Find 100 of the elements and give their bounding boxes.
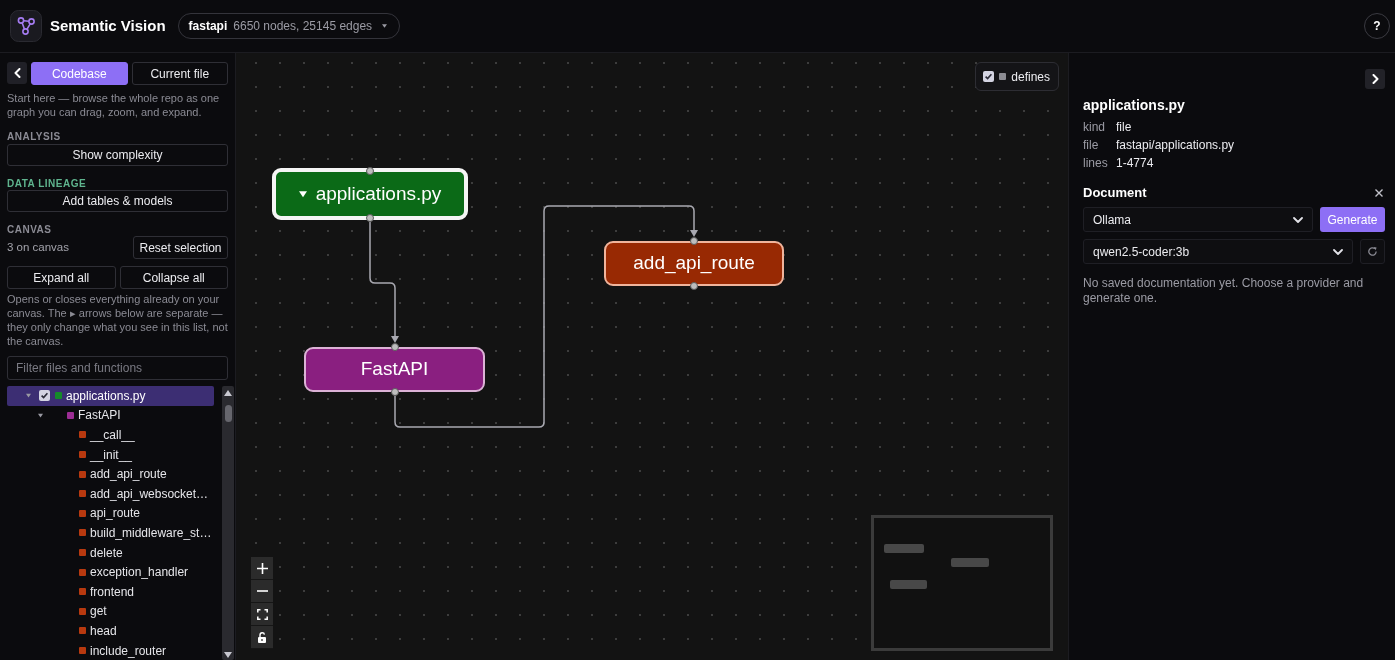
square-icon	[79, 549, 86, 557]
detail-title: applications.py	[1083, 96, 1186, 114]
tree-row[interactable]: add_api_route	[79, 464, 170, 484]
node-handle[interactable]	[366, 214, 374, 222]
square-icon	[79, 647, 86, 654]
tab[interactable]: Codebase	[31, 62, 128, 85]
scrollbar-thumb[interactable]	[224, 405, 232, 422]
square-icon	[79, 529, 86, 537]
caret-down-icon	[382, 24, 388, 28]
tree-row[interactable]: head	[79, 621, 120, 641]
expand-all-button[interactable]: Expand all	[7, 266, 116, 289]
tree-row[interactable]: api_route	[79, 503, 144, 524]
tree-row[interactable]: exception_handler	[79, 562, 192, 582]
property-label: kind	[1083, 119, 1106, 136]
minimap-node	[890, 580, 927, 589]
tab[interactable]: Current file	[131, 62, 228, 85]
square-icon	[79, 607, 86, 615]
square-icon	[79, 568, 86, 576]
node-handle[interactable]	[690, 282, 698, 290]
padlock-icon	[257, 631, 267, 643]
section-heading: ANALYSIS	[7, 131, 62, 142]
tree-row[interactable]: FastAPI	[35, 405, 124, 426]
graph-canvas[interactable]: defines applications.py FastAPI add_api_route	[236, 53, 1068, 660]
caret-down-icon[interactable]	[37, 412, 43, 418]
tree-row[interactable]: include_router	[79, 640, 170, 660]
property-value: 1-4774	[1116, 155, 1154, 172]
square-icon	[67, 411, 74, 419]
node-handle[interactable]	[366, 167, 374, 175]
intro-text: Start here — browse the whole repo as one graph you can drag, zoom, and expand.	[7, 92, 221, 119]
graph-node[interactable]: applications.py	[272, 168, 468, 220]
node-handle[interactable]	[390, 343, 399, 351]
chevron-down-icon	[1333, 248, 1343, 255]
swatch-icon	[999, 73, 1007, 80]
canvas-note: Opens or closes everything already on your canvas. The ▸ arrows below are separate — they only change what you see in this list, not the canvas.	[7, 292, 228, 348]
caret-down-icon[interactable]	[25, 393, 31, 399]
filter-field[interactable]: Filter files and functions	[7, 356, 228, 380]
plus-icon	[256, 562, 268, 574]
tree-row[interactable]: delete	[79, 542, 126, 563]
fit-view-icon	[256, 608, 268, 620]
square-icon	[79, 431, 86, 439]
property-label: lines	[1083, 155, 1109, 172]
square-icon	[55, 392, 62, 400]
legend-label: defines	[1011, 68, 1050, 86]
model-select[interactable]: qwen2.5-coder:3b	[1083, 239, 1353, 264]
repo-name: fastapi	[188, 18, 228, 35]
fit-view-button[interactable]	[251, 603, 273, 626]
status-message: No saved documentation yet. Choose a provider and generate one.	[1083, 276, 1365, 306]
collapse-panel-button[interactable]	[1365, 69, 1385, 89]
app-title: Semantic Vision	[50, 15, 166, 36]
section-title: Document	[1083, 184, 1147, 203]
repo-stats: 6650 nodes, 25145 edges	[233, 18, 373, 35]
tree-row[interactable]: add_api_websocket…	[79, 483, 212, 504]
lock-button[interactable]	[251, 626, 273, 649]
square-icon	[79, 451, 86, 459]
generate-button[interactable]: Generate	[1320, 207, 1385, 232]
scrollbar[interactable]	[222, 386, 234, 660]
collapse-panel-button[interactable]	[7, 62, 27, 84]
tree-row[interactable]: get	[79, 601, 110, 622]
square-icon	[79, 490, 86, 498]
node-handle[interactable]	[690, 237, 698, 245]
collapse-all-button[interactable]: Collapse all	[119, 266, 228, 289]
checkbox[interactable]	[39, 390, 50, 402]
minus-icon	[256, 590, 268, 592]
refresh-button[interactable]	[1360, 239, 1385, 264]
reset-selection-button[interactable]: Reset selection	[133, 236, 228, 259]
section-heading: CANVAS	[7, 224, 53, 235]
square-icon	[79, 470, 86, 478]
tree-row[interactable]: __init__	[79, 444, 136, 465]
checkbox[interactable]	[983, 71, 995, 82]
minimap-node	[951, 558, 989, 567]
node-handle[interactable]	[390, 388, 399, 396]
property-value: fastapi/applications.py	[1116, 137, 1235, 154]
square-icon	[79, 627, 86, 635]
property-value: file	[1116, 119, 1132, 136]
add-tables-button[interactable]: Add tables & models	[7, 190, 228, 212]
caret-down-icon[interactable]	[298, 190, 307, 198]
graph-node[interactable]: add_api_route	[604, 241, 784, 286]
tree-row[interactable]: __call__	[79, 425, 138, 445]
logo-icon	[10, 10, 42, 42]
scroll-down-icon[interactable]	[224, 652, 232, 658]
scroll-up-icon[interactable]	[224, 390, 232, 396]
minimap-node	[884, 544, 924, 553]
provider-select[interactable]: Ollama	[1083, 207, 1313, 232]
property-label: file	[1083, 137, 1100, 154]
zoom-out-button[interactable]	[251, 580, 273, 603]
square-icon	[79, 509, 86, 517]
chevron-right-icon	[1371, 74, 1379, 84]
square-icon	[79, 588, 86, 596]
tree-row[interactable]: applications.py	[7, 386, 214, 406]
zoom-in-button[interactable]	[251, 557, 273, 580]
show-complexity-button[interactable]: Show complexity	[7, 144, 228, 166]
refresh-icon	[1367, 246, 1378, 257]
tree-row[interactable]: frontend	[79, 581, 138, 602]
canvas-count: 3 on canvas	[7, 239, 69, 255]
graph-node[interactable]: FastAPI	[304, 347, 485, 392]
section-heading: DATA LINEAGE	[7, 178, 88, 189]
chevron-left-icon	[13, 68, 21, 78]
chevron-down-icon	[1293, 216, 1303, 223]
close-icon[interactable]	[1375, 189, 1383, 197]
tree-row[interactable]: build_middleware_st…	[79, 523, 214, 543]
